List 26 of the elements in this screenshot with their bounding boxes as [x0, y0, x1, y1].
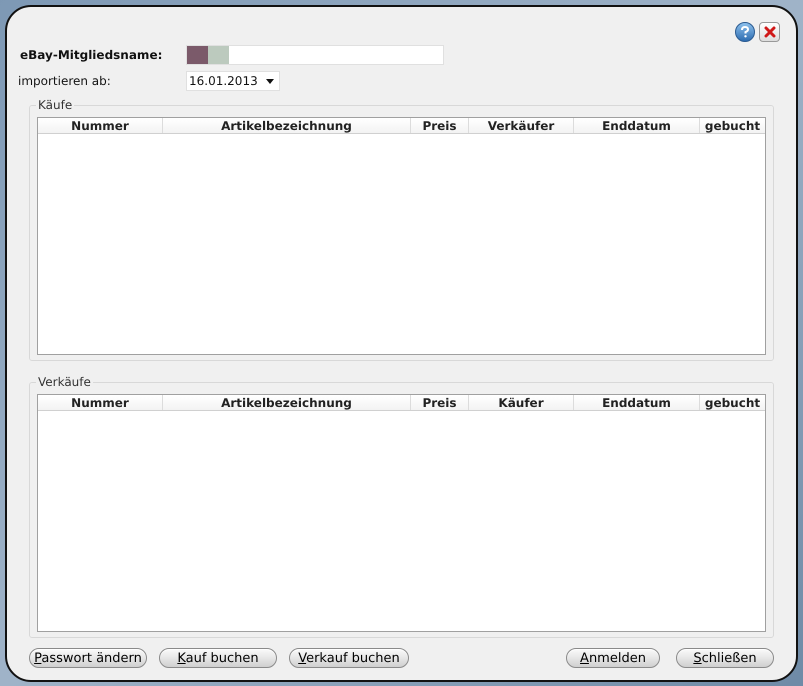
column-header[interactable]: Enddatum [574, 118, 700, 133]
dialog-button[interactable]: Anmelden [566, 648, 660, 668]
dialog-button[interactable]: Schließen [676, 648, 774, 668]
date-dropdown[interactable]: 16.01.2013 [186, 71, 280, 91]
column-header[interactable]: gebucht [700, 118, 765, 133]
help-icon[interactable] [735, 22, 755, 42]
field-label: eBay-Mitgliedsname: [20, 47, 164, 64]
caret-icon [266, 78, 274, 84]
column-header[interactable]: Enddatum [574, 395, 700, 410]
column-header[interactable]: Nummer [38, 395, 163, 410]
column-header[interactable]: Käufer [469, 395, 574, 410]
column-header[interactable]: Artikelbezeichnung [163, 118, 411, 133]
dialog-button[interactable]: Verkauf buchen [289, 648, 409, 668]
redaction-mark [208, 46, 229, 64]
column-header[interactable]: gebucht [700, 395, 765, 410]
column-header[interactable]: Verkäufer [469, 118, 574, 133]
username-field[interactable] [186, 45, 444, 65]
column-header[interactable]: Preis [411, 395, 469, 410]
dialog-button[interactable]: Passwort ändern [29, 648, 147, 668]
column-header[interactable]: Nummer [38, 118, 163, 133]
column-header[interactable]: Preis [411, 118, 469, 133]
column-header[interactable]: Artikelbezeichnung [163, 395, 411, 410]
field-label: importieren ab: [18, 73, 112, 90]
close-icon[interactable] [759, 22, 780, 42]
dialog-button[interactable]: Kauf buchen [159, 648, 277, 668]
redaction-mark [187, 46, 208, 64]
